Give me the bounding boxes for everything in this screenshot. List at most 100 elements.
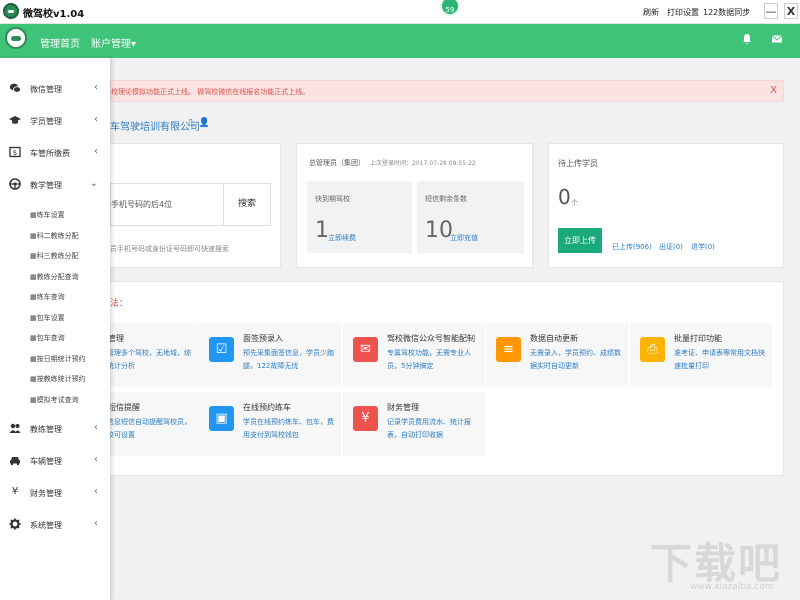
minimize-button[interactable]: — (764, 3, 778, 19)
recharge-link[interactable]: 立即充值 (450, 233, 478, 243)
admin-panel: 总管理员（集团） 上次登录时间：2017-07-28 09:55:22 快到期驾… (296, 143, 533, 268)
feature-desc: 新信息短信自动提醒驾校员，驾校可设置 (100, 418, 191, 439)
sidebar-item-students[interactable]: 学员管理 ‹ (0, 112, 110, 130)
upload-unit: 个 (571, 199, 578, 207)
renew-link[interactable]: 立即续费 (328, 233, 356, 243)
expiring-schools-card: 快到期驾校 1 立即续费 (307, 181, 412, 253)
upload-now-button[interactable]: 立即上传 (558, 228, 602, 253)
chevron-left-icon: ‹ (94, 486, 98, 497)
gear-icon (9, 518, 21, 530)
sidebar-item-label: 教练管理 (30, 425, 62, 434)
feature-card[interactable]: ☑ 面签预录入 预先采集面签信息，学员少跑腿，122故障无忧 (199, 323, 341, 387)
notification-badge[interactable]: 59 (440, 0, 460, 16)
sidebar-subitem-label: 科二教练分配 (36, 231, 79, 240)
sidebar-item-teaching[interactable]: 教学管理 ⌄ (0, 176, 110, 194)
users-icon (9, 422, 21, 434)
sidebar-subitem[interactable]: ▦科三教练分配 (30, 251, 79, 261)
feature-name: 在线预约练车 (243, 403, 291, 412)
list-icon: ▦ (30, 375, 37, 383)
sidebar-item-label: 车辆管理 (30, 457, 62, 466)
sidebar-subitem[interactable]: ▦练车设置 (30, 210, 65, 220)
sidebar-subitem-label: 科三教练分配 (36, 252, 79, 260)
feature-card[interactable]: ≡ 数据自动更新 无需录入，学员预约、成绩数据实时自动更新 (486, 323, 628, 387)
feature-name: 驾校微信公众号智能配制 (387, 334, 475, 343)
list-icon: ▦ (30, 395, 37, 404)
sidebar: 微信管理 ‹ 学员管理 ‹ $ 车管所缴费 ‹ 教学管理 ⌄ ▦练车设置 ▦科二教… (0, 58, 110, 600)
feature-card[interactable]: ✉ 驾校微信公众号智能配制 专属驾校功能，无需专业人员，5分钟搞定 (343, 323, 485, 387)
chevron-left-icon: ‹ (94, 82, 98, 93)
sidebar-subitem-label: 教练分配查询 (36, 272, 79, 281)
sidebar-subitem[interactable]: ▦包车设置 (30, 313, 65, 323)
sidebar-item-label: 车管所缴费 (30, 149, 70, 158)
printer-icon: ⎙ (640, 337, 665, 362)
bell-icon[interactable] (741, 33, 753, 45)
announcement-alert: 校理论模拟功能正式上线。 微驾校微信在线报名功能正式上线。 X (110, 80, 784, 102)
search-button[interactable]: 搜索 (223, 184, 270, 225)
wechat-icon: ✉ (353, 337, 378, 362)
sidebar-subitem[interactable]: ▦按日期统计预约 (30, 354, 86, 364)
sidebar-subitem[interactable]: ▦包车查询 (30, 333, 65, 343)
app-logo-icon (3, 3, 19, 19)
chevron-left-icon: ‹ (94, 422, 98, 433)
title-bar: 微驾校v1.04 59 刷新 打印设置 122数据同步 — X (0, 0, 800, 24)
certified-link[interactable]: 出证(0) (659, 242, 683, 252)
phone-icon[interactable]: ▯ (188, 118, 193, 128)
sidebar-item-label: 学员管理 (30, 117, 62, 126)
print-settings-link[interactable]: 打印设置 (667, 7, 699, 18)
sidebar-subitem[interactable]: ▦科二教练分配 (30, 231, 79, 241)
student-search-input[interactable]: 手机号码的后4位 搜索 (110, 183, 271, 226)
nav-home[interactable]: 管理首页 (40, 35, 80, 50)
sidebar-subitem-label: 按教练统计预约 (36, 375, 86, 383)
database-icon: ≡ (496, 337, 521, 362)
last-login: 上次登录时间：2017-07-28 09:55:22 (370, 160, 476, 167)
sms-count: 10 (425, 218, 453, 243)
sidebar-subitem[interactable]: ▦按教练统计预约 (30, 374, 86, 384)
sidebar-subitem-label: 包车设置 (36, 313, 65, 322)
steering-wheel-icon (9, 178, 21, 190)
chevron-left-icon: ‹ (94, 518, 98, 529)
feature-card[interactable]: ⎙ 批量打印功能 准考证、申请表等常用文档快速批量打印 (630, 323, 772, 387)
chevron-down-icon: ⌄ (89, 178, 98, 189)
app-title: 微驾校v1.04 (23, 9, 85, 20)
yen-icon: ¥ (353, 406, 378, 431)
upload-count: 0 (558, 185, 571, 209)
sidebar-item-system[interactable]: 系统管理 ‹ (0, 516, 110, 534)
car-icon (9, 454, 21, 466)
sidebar-item-fees[interactable]: $ 车管所缴费 ‹ (0, 144, 110, 162)
refresh-link[interactable]: 刷新 (643, 7, 659, 18)
sidebar-item-coaches[interactable]: 教练管理 ‹ (0, 420, 110, 438)
sidebar-item-finance[interactable]: ¥ 财务管理 ‹ (0, 484, 110, 502)
uploaded-link[interactable]: 已上传(906) (612, 242, 652, 252)
sidebar-subitem[interactable]: ▦教练分配查询 (30, 272, 79, 282)
feature-card[interactable]: ¥ 财务管理 记录学员费用流水、统计报表，自动打印收据 (343, 392, 485, 456)
sidebar-subitem[interactable]: ▦练车查询 (30, 292, 65, 302)
chevron-left-icon: ‹ (94, 114, 98, 125)
car-icon: ▣ (209, 406, 234, 431)
feature-name: 数据自动更新 (530, 334, 578, 343)
list-icon: ▦ (30, 293, 37, 301)
feature-name: 面签预录入 (243, 334, 283, 343)
chevron-left-icon: ‹ (94, 146, 98, 157)
feature-desc: 预先采集面签信息，学员少跑腿，122故障无忧 (243, 349, 334, 370)
expiring-label: 快到期驾校 (315, 195, 350, 203)
feature-card[interactable]: ▣ 在线预约练车 学员在线预约练车、包车，费用支付到驾校钱包 (199, 392, 341, 456)
svg-text:$: $ (13, 149, 17, 157)
sidebar-item-label: 系统管理 (30, 521, 62, 530)
announcement-text: 校理论模拟功能正式上线。 微驾校微信在线报名功能正式上线。 (111, 88, 310, 96)
data-sync-link[interactable]: 122数据同步 (703, 7, 750, 18)
upload-title: 待上传学员 (558, 159, 598, 168)
user-icon[interactable]: 👤 (199, 118, 210, 128)
sms-balance-card: 短信剩余条数 10 立即充值 (417, 181, 524, 253)
mail-icon[interactable] (771, 33, 783, 45)
wechat-icon (9, 82, 21, 94)
graduation-cap-icon (9, 114, 21, 126)
sidebar-item-wechat[interactable]: 微信管理 ‹ (0, 80, 110, 98)
sidebar-item-vehicles[interactable]: 车辆管理 ‹ (0, 452, 110, 470)
feature-desc: 记录学员费用流水、统计报表，自动打印收据 (387, 418, 471, 439)
close-button[interactable]: X (784, 3, 798, 19)
dropped-link[interactable]: 退学(0) (691, 242, 715, 252)
nav-account-management[interactable]: 账户管理▾ (91, 35, 136, 50)
sidebar-subitem[interactable]: ▦模拟考试查询 (30, 395, 79, 405)
alert-close-icon[interactable]: X (770, 85, 777, 96)
sidebar-item-label: 财务管理 (30, 489, 62, 498)
